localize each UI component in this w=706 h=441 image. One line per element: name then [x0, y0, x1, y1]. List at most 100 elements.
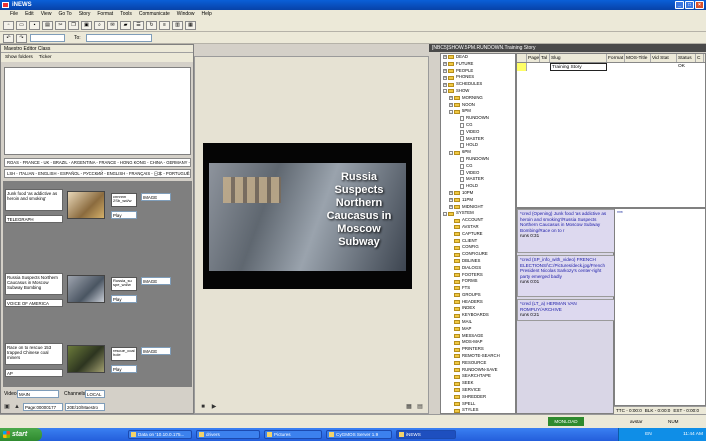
menu-communicate[interactable]: Communicate [139, 10, 170, 19]
expand-icon[interactable]: + [443, 62, 447, 67]
tree-item[interactable]: - 5PM [443, 108, 515, 115]
tree-item[interactable]: MASTER [443, 136, 515, 143]
tree-item[interactable]: CAPTURE [443, 231, 515, 238]
story-1-source[interactable]: TELEGRAPH [5, 215, 63, 223]
up-icon[interactable]: ▲ [13, 403, 21, 411]
col-page[interactable]: Page [527, 54, 540, 62]
expand-icon[interactable]: + [449, 102, 453, 107]
tree-item[interactable]: RUNDOWN [443, 156, 515, 163]
tree-item[interactable]: + MIDNIGHT [443, 204, 515, 211]
minimize-button[interactable]: _ [675, 1, 684, 9]
tree-item[interactable]: RESOURCE [443, 360, 515, 367]
open-icon[interactable]: ▭ [16, 21, 27, 30]
tree-item[interactable]: DIALOGS [443, 265, 515, 272]
tree-item[interactable]: VIDEO [443, 129, 515, 136]
tree-item[interactable]: FTS [443, 285, 515, 292]
play-icon[interactable]: ▶ [210, 403, 218, 411]
message-icon[interactable]: ☰ [133, 21, 144, 30]
menu-format[interactable]: Format [97, 10, 113, 19]
ticker-line-2[interactable]: LSH - ITALIAN - ENGLISH - ESPAÑOL - РУСС… [4, 169, 191, 178]
col-format[interactable]: Format [607, 54, 625, 62]
tree-item[interactable]: + PHONES [443, 74, 515, 81]
menu-edit[interactable]: Edit [25, 10, 34, 19]
copy-icon[interactable]: ❐ [68, 21, 79, 30]
list-icon[interactable]: ▤ [416, 403, 424, 411]
expand-icon[interactable]: + [443, 68, 447, 73]
story-2-source[interactable]: VOICE OF AMERICA [5, 299, 63, 307]
tree-item[interactable]: MAIL [443, 319, 515, 326]
tree-item[interactable]: PRINTERS [443, 346, 515, 353]
story-1-text[interactable]: Junk food 'as addictive as heroin and sm… [5, 189, 63, 211]
collapse-icon[interactable]: - [443, 211, 447, 216]
story-1-thumbnail[interactable] [67, 191, 105, 219]
tree-item[interactable]: CG [443, 163, 515, 170]
queue-icon[interactable]: ≡ [159, 21, 170, 30]
story-3-action-select[interactable]: Play [111, 365, 137, 373]
tree-item[interactable]: GROUPS [443, 292, 515, 299]
tree-item[interactable]: + SCHEDULES [443, 81, 515, 88]
tab-show-folders[interactable]: Show folders [5, 55, 33, 60]
tree-item[interactable]: +11PM [443, 197, 515, 204]
back-icon[interactable]: ↶ [3, 34, 14, 43]
tree-item[interactable]: SERVICE [443, 387, 515, 394]
task-cygmos[interactable]: CyGMOS Server 1.9 [326, 430, 392, 439]
col-vid-stat[interactable]: Vid Stat [651, 54, 677, 62]
story-3-type-select[interactable]: IMAGE [141, 347, 171, 355]
table-row[interactable]: Training Story OK [517, 63, 705, 71]
ticker-line-1[interactable]: ROAS - FRANCE - UK - BRAZIL - ARGENTINA … [4, 158, 191, 167]
tree-item[interactable]: SEEK [443, 380, 515, 387]
task-pictures[interactable]: Pictures [264, 430, 322, 439]
tree-item[interactable]: FORMS [443, 278, 515, 285]
stop-icon[interactable]: ■ [199, 403, 207, 411]
from-field[interactable] [30, 34, 65, 42]
print-icon[interactable]: ▤ [42, 21, 53, 30]
to-field[interactable] [86, 34, 152, 42]
story-3-media-chip[interactable]: rescue_coal hole [111, 347, 137, 361]
tree-item[interactable]: + MORNING [443, 95, 515, 102]
start-button[interactable]: start [0, 428, 42, 441]
tree-item[interactable]: SHREDDER [443, 394, 515, 401]
folder-icon[interactable]: ▰ [120, 21, 131, 30]
tree-item[interactable]: + NOON [443, 102, 515, 109]
story-3-text[interactable]: Race on to rescue 153 trapped Chinese co… [5, 343, 63, 365]
tree-item[interactable]: HOLD [443, 183, 515, 190]
tree-item[interactable]: RUNDOWN [443, 115, 515, 122]
tree-item[interactable]: KEYBOARDS [443, 312, 515, 319]
forward-icon[interactable]: ↷ [16, 34, 27, 43]
tree-item[interactable]: SPELL [443, 401, 515, 408]
path-field[interactable]: 20E/10/Maestro [65, 403, 105, 411]
tree-item[interactable]: - SYSTEM [443, 210, 515, 217]
cue-note-3[interactable]: *cred (LT_a) HERMAN VAN ROMPUY/ARCHIVE r… [517, 299, 615, 321]
collapse-icon[interactable]: - [443, 89, 447, 94]
tree-item[interactable]: HOLD [443, 142, 515, 149]
tree-item[interactable]: ACCOUNT [443, 217, 515, 224]
col-slug[interactable]: Slug [550, 54, 607, 62]
task-drivers[interactable]: drivers [196, 430, 260, 439]
show-folders-list[interactable] [4, 67, 191, 155]
expand-icon[interactable]: + [443, 75, 447, 80]
menu-tools[interactable]: Tools [120, 10, 132, 19]
tab-ticker[interactable]: Ticker [39, 55, 52, 60]
paste-icon[interactable]: ▣ [81, 21, 92, 30]
tree-item[interactable]: - 6PM [443, 149, 515, 156]
menu-window[interactable]: Window [177, 10, 195, 19]
tree-item[interactable]: CONFIG [443, 244, 515, 251]
cue-note-1[interactable]: *cred (Opening) Junk food 'as addictive … [517, 209, 615, 253]
menu-story[interactable]: Story [79, 10, 91, 19]
script-text-pane[interactable]: *** [614, 208, 706, 406]
grid-icon[interactable]: ▦ [405, 403, 413, 411]
tree-item[interactable]: SEARCHTAPE [443, 373, 515, 380]
collapse-icon[interactable]: - [449, 109, 453, 114]
task-inews[interactable]: iNEWS [396, 430, 456, 439]
story-2-thumbnail[interactable] [67, 275, 105, 303]
col-c[interactable]: C [696, 54, 704, 62]
page-field[interactable]: Page:00000177 [23, 403, 63, 411]
cue-note-2[interactable]: *cred (SP_info_with_video) FRENCH ELECTI… [517, 255, 615, 297]
expand-icon[interactable]: + [449, 191, 453, 196]
expand-icon[interactable]: + [449, 198, 453, 203]
tree-item[interactable]: INDEX [443, 305, 515, 312]
story-2-media-chip[interactable]: Russia_su spe_wd/w [111, 277, 137, 291]
tree-item[interactable]: MESSAGE [443, 333, 515, 340]
tree-item[interactable]: MOS-MAP [443, 339, 515, 346]
tree-item[interactable]: MAP [443, 326, 515, 333]
